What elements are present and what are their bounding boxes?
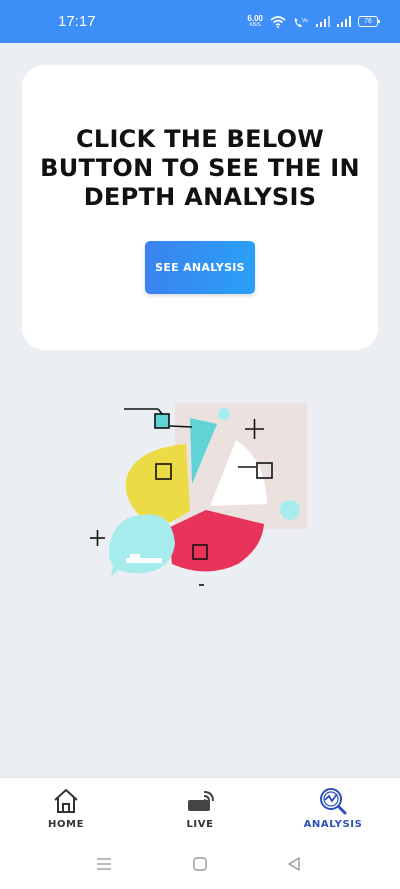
signal-icon-1 bbox=[316, 16, 330, 27]
status-bar: 17:17 6.00 KB/S Vo 76 bbox=[0, 0, 400, 43]
nav-analysis[interactable]: ANALYSIS bbox=[288, 786, 378, 830]
card-title: CLICK THE BELOW BUTTON TO SEE THE IN DEP… bbox=[40, 125, 360, 211]
home-button-icon[interactable] bbox=[192, 856, 208, 872]
wifi-icon bbox=[270, 15, 286, 28]
net-speed-unit: KB/S bbox=[249, 21, 261, 28]
volte-call-icon: Vo bbox=[294, 17, 308, 27]
nav-analysis-label: ANALYSIS bbox=[303, 819, 363, 830]
bottom-nav: HOME LIVE ANALYSIS bbox=[0, 777, 400, 842]
net-speed-value: 6.00 bbox=[247, 13, 263, 23]
back-icon[interactable] bbox=[286, 856, 302, 872]
medium-dot bbox=[280, 500, 300, 520]
yellow-slice bbox=[125, 444, 190, 524]
signal-icon-2 bbox=[337, 16, 351, 27]
live-icon bbox=[188, 791, 214, 811]
menu-icon[interactable] bbox=[96, 856, 112, 872]
nav-home-label: HOME bbox=[47, 819, 85, 830]
nav-live[interactable]: LIVE bbox=[155, 786, 245, 830]
small-dot bbox=[218, 408, 230, 420]
outline-square-1 bbox=[154, 413, 170, 429]
system-nav-bar bbox=[0, 842, 400, 889]
analysis-card: CLICK THE BELOW BUTTON TO SEE THE IN DEP… bbox=[22, 65, 378, 350]
pie-chart-illustration bbox=[90, 403, 307, 586]
status-icons: 6.00 KB/S Vo 76 bbox=[247, 13, 380, 29]
status-time: 17:17 bbox=[58, 13, 96, 30]
svg-text:Vo: Vo bbox=[302, 18, 308, 24]
chat-bubble-shape bbox=[109, 514, 175, 577]
plus-sign-2 bbox=[90, 530, 105, 546]
net-speed: 6.00 KB/S bbox=[247, 13, 263, 29]
nav-home[interactable]: HOME bbox=[21, 786, 111, 830]
battery-icon: 76 bbox=[358, 16, 380, 27]
analysis-icon bbox=[320, 788, 347, 815]
see-analysis-button[interactable]: SEE ANALYSIS bbox=[145, 241, 255, 294]
nav-live-label: LIVE bbox=[186, 819, 214, 830]
home-icon bbox=[54, 789, 78, 813]
